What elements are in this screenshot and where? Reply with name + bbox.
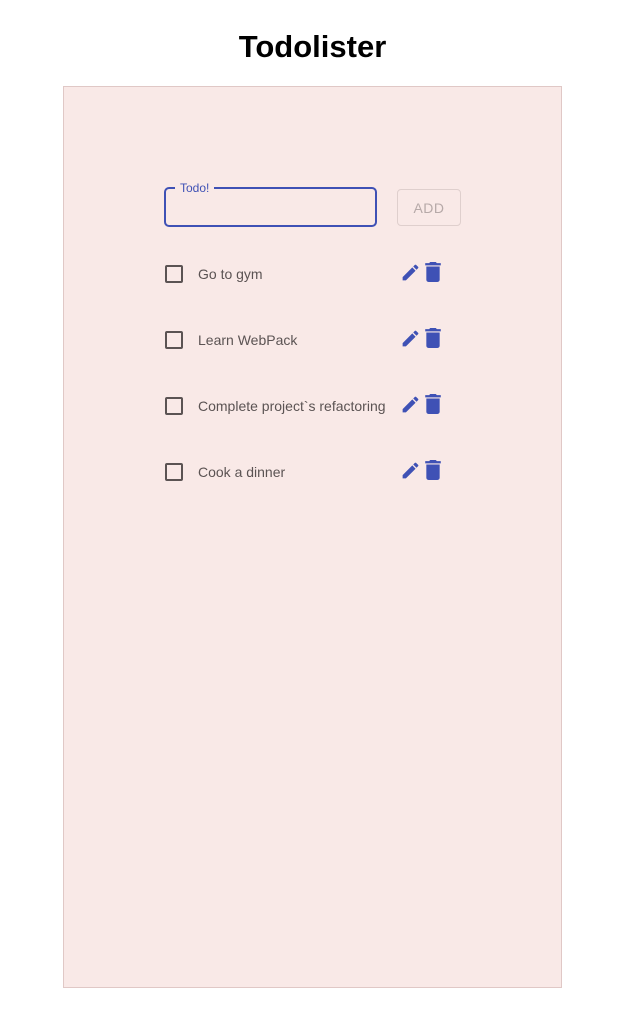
pencil-icon[interactable] [400,262,421,283]
todo-item: Learn WebPack [164,321,454,387]
trash-icon[interactable] [424,460,442,480]
todo-item: Go to gym [164,255,454,321]
todo-checkbox[interactable] [165,397,183,415]
add-button[interactable]: ADD [397,189,461,226]
todo-text: Go to gym [198,266,263,282]
todo-input[interactable] [176,195,370,223]
todo-item: Complete project`s refactoring [164,387,454,453]
todo-text: Complete project`s refactoring [198,398,386,414]
todo-text: Learn WebPack [198,332,298,348]
todo-checkbox[interactable] [165,265,183,283]
todo-panel: Todo! ADD Go to gym Learn WebPack Comple… [63,86,562,988]
todo-list: Go to gym Learn WebPack Complete project… [164,255,454,519]
trash-icon[interactable] [424,262,442,282]
todo-text: Cook a dinner [198,464,286,480]
todo-checkbox[interactable] [165,463,183,481]
pencil-icon[interactable] [400,460,421,481]
pencil-icon[interactable] [400,328,421,349]
pencil-icon[interactable] [400,394,421,415]
todo-input-field[interactable]: Todo! [164,180,377,227]
todo-item: Cook a dinner [164,453,454,519]
trash-icon[interactable] [424,328,442,348]
page-title: Todolister [238,29,387,64]
trash-icon[interactable] [424,394,442,414]
todo-checkbox[interactable] [165,331,183,349]
todo-input-label: Todo! [175,180,215,196]
